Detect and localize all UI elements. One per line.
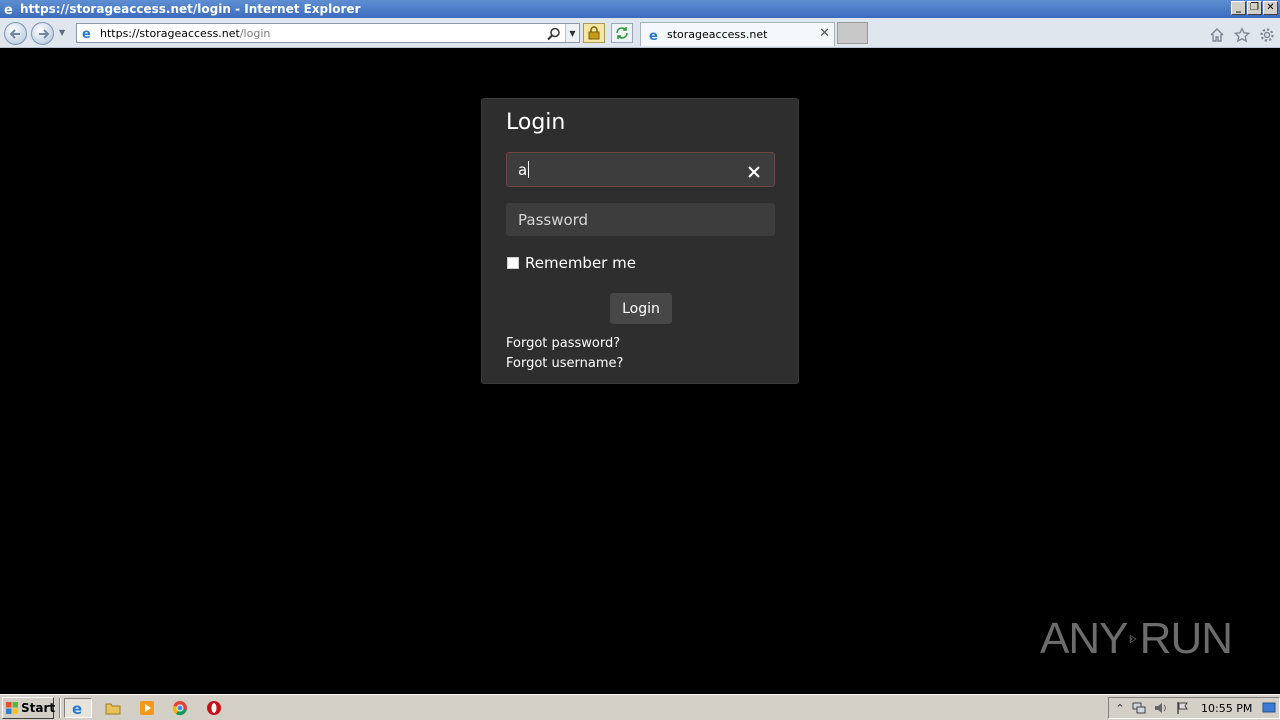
- lock-icon: [588, 26, 600, 40]
- browser-tab[interactable]: e storageaccess.net ✕: [640, 22, 835, 46]
- username-value: a: [518, 160, 528, 179]
- page-icon: e: [80, 25, 96, 41]
- window-controls: _ ❐ ✕: [1231, 1, 1278, 15]
- show-desktop-icon[interactable]: [1261, 700, 1277, 716]
- text-caret: [528, 161, 530, 178]
- new-tab-button[interactable]: [837, 22, 868, 44]
- refresh-icon: [616, 27, 628, 39]
- watermark-text-left: ANY: [1040, 614, 1128, 663]
- taskbar-internet-explorer[interactable]: e: [64, 698, 92, 718]
- remember-me-label[interactable]: Remember me: [525, 254, 636, 272]
- login-card: Login a Password Remember me Login Forgo…: [481, 98, 799, 384]
- taskbar-clock: 10:55 PM: [1201, 702, 1253, 715]
- action-center-flag-icon[interactable]: [1175, 700, 1191, 716]
- arrow-left-icon: [9, 28, 20, 39]
- back-button[interactable]: [4, 22, 27, 45]
- volume-icon[interactable]: [1153, 700, 1169, 716]
- tab-close-icon[interactable]: ✕: [819, 27, 830, 40]
- window-title: https://storageaccess.net/login - Intern…: [20, 2, 361, 16]
- password-placeholder: Password: [518, 210, 589, 229]
- taskbar-opera[interactable]: [200, 698, 228, 718]
- login-title: Login: [506, 110, 566, 135]
- tab-label: storageaccess.net: [667, 28, 768, 41]
- taskbar-separator: [59, 698, 61, 718]
- anyrun-watermark: ANY RUN: [1040, 606, 1233, 672]
- chrome-icon: [172, 701, 187, 716]
- address-bar[interactable]: e https://storageaccess.net/login ▼: [76, 23, 580, 43]
- browser-command-icons: [1207, 25, 1276, 44]
- password-input[interactable]: Password: [506, 203, 775, 236]
- tab-page-icon: e: [647, 27, 663, 43]
- gear-icon[interactable]: [1257, 25, 1276, 44]
- svg-text:e: e: [649, 29, 658, 42]
- svg-text:e: e: [72, 700, 82, 716]
- browser-toolbar: ▼ e https://storageaccess.net/login ▼ e …: [0, 18, 1280, 48]
- remember-me-row[interactable]: Remember me: [507, 254, 636, 272]
- watermark-text-right: RUN: [1139, 614, 1233, 663]
- login-button[interactable]: Login: [610, 293, 672, 324]
- internet-explorer-icon: e: [2, 1, 18, 17]
- screen: e https://storageaccess.net/login - Inte…: [0, 0, 1280, 720]
- taskbar-file-explorer[interactable]: [99, 698, 127, 718]
- tray-expand-icon[interactable]: ⌃: [1112, 700, 1128, 716]
- windows-logo-icon: [5, 700, 19, 716]
- remember-me-checkbox[interactable]: [507, 257, 519, 269]
- minimize-button[interactable]: _: [1231, 1, 1246, 15]
- window-title-bar: e https://storageaccess.net/login - Inte…: [0, 0, 1280, 18]
- folder-icon: [105, 703, 121, 715]
- media-player-icon: [140, 701, 154, 715]
- restore-button[interactable]: ❐: [1247, 1, 1262, 15]
- svg-text:e: e: [4, 3, 13, 16]
- forgot-password-link[interactable]: Forgot password?: [506, 336, 620, 351]
- search-icon[interactable]: [547, 26, 561, 41]
- security-lock-button[interactable]: [583, 23, 605, 43]
- clear-input-icon[interactable]: [748, 163, 760, 178]
- network-icon[interactable]: [1131, 700, 1147, 716]
- start-button[interactable]: Start: [2, 697, 56, 719]
- forgot-username-link[interactable]: Forgot username?: [506, 356, 623, 371]
- start-label: Start: [21, 701, 56, 715]
- internet-explorer-icon: e: [72, 700, 82, 716]
- play-icon: [1129, 634, 1137, 644]
- close-window-button[interactable]: ✕: [1263, 1, 1278, 15]
- home-icon[interactable]: [1207, 25, 1226, 44]
- url-path: /login: [239, 26, 271, 40]
- forward-button[interactable]: [31, 22, 54, 45]
- opera-icon: [207, 701, 221, 715]
- taskbar-chrome[interactable]: [166, 698, 194, 718]
- favorites-star-icon[interactable]: [1232, 25, 1251, 44]
- arrow-right-icon: [38, 28, 49, 39]
- history-dropdown-icon[interactable]: ▼: [59, 28, 65, 37]
- address-url[interactable]: https://storageaccess.net/login: [100, 27, 270, 40]
- taskbar-media-player[interactable]: [133, 698, 161, 718]
- url-host: https://storageaccess.net: [100, 26, 240, 40]
- username-input[interactable]: a: [506, 152, 775, 187]
- system-tray: ⌃ 10:55 PM: [1108, 697, 1280, 719]
- address-dropdown-icon[interactable]: ▼: [565, 24, 579, 42]
- refresh-button[interactable]: [611, 23, 633, 43]
- svg-text:e: e: [82, 27, 91, 40]
- taskbar: Start e ⌃ 10:55 PM: [0, 694, 1280, 720]
